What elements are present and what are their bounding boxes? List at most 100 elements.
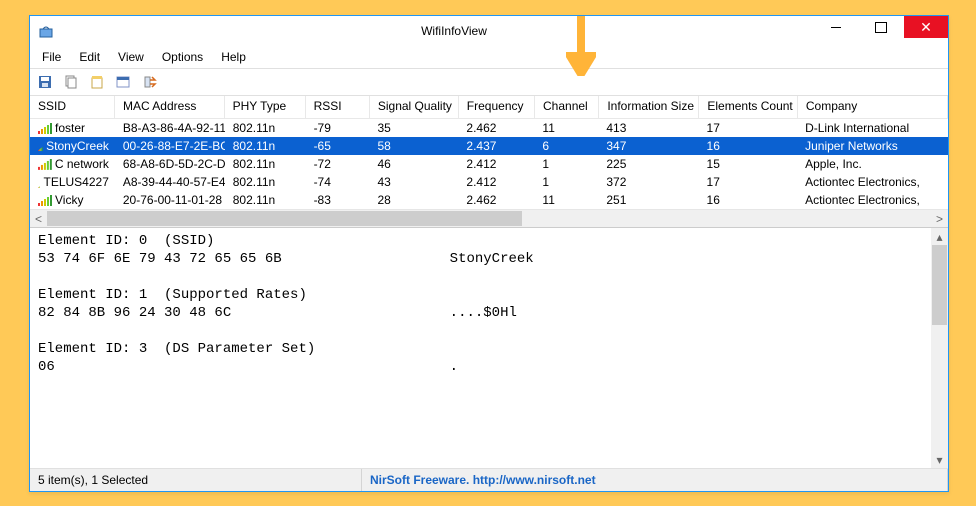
- cell-mac: A8-39-44-40-57-E4: [115, 174, 225, 190]
- cell-ch: 6: [534, 138, 598, 154]
- table-row[interactable]: StonyCreek00-26-88-E7-2E-BC802.11n-65582…: [30, 137, 948, 155]
- col-information-size[interactable]: Information Size: [599, 96, 699, 118]
- save-icon[interactable]: [34, 71, 56, 93]
- cell-freq: 2.462: [458, 192, 534, 208]
- cell-rssi: -83: [306, 192, 370, 208]
- network-table: SSID MAC Address PHY Type RSSI Signal Qu…: [30, 96, 948, 228]
- scroll-track[interactable]: [931, 245, 948, 451]
- cell-ch: 11: [534, 192, 598, 208]
- cell-phy: 802.11n: [225, 174, 306, 190]
- table-row[interactable]: C network68-A8-6D-5D-2C-DF802.11n-72462.…: [30, 155, 948, 173]
- window-title: WifiInfoView: [0, 24, 948, 38]
- table-body: fosterB8-A3-86-4A-92-11802.11n-79352.462…: [30, 119, 948, 209]
- cell-mac: B8-A3-86-4A-92-11: [115, 120, 225, 136]
- cell-ssid: StonyCreek: [30, 138, 115, 154]
- cell-sq: 35: [370, 120, 459, 136]
- cell-is: 372: [598, 174, 698, 190]
- col-phy-type[interactable]: PHY Type: [225, 96, 306, 118]
- cell-ssid: Vicky: [30, 192, 115, 208]
- status-link[interactable]: NirSoft Freeware. http://www.nirsoft.net: [362, 469, 948, 491]
- table-row[interactable]: fosterB8-A3-86-4A-92-11802.11n-79352.462…: [30, 119, 948, 137]
- close-button[interactable]: ✕: [904, 16, 948, 38]
- cell-rssi: -72: [306, 156, 370, 172]
- cell-freq: 2.412: [458, 174, 534, 190]
- options-icon[interactable]: [112, 71, 134, 93]
- signal-icon: [38, 195, 52, 206]
- horizontal-scrollbar[interactable]: < >: [30, 209, 948, 227]
- menu-options[interactable]: Options: [154, 48, 211, 68]
- col-company[interactable]: Company: [798, 96, 948, 118]
- cell-rssi: -79: [306, 120, 370, 136]
- cell-ec: 16: [699, 138, 798, 154]
- scroll-up-icon[interactable]: ▴: [931, 228, 948, 245]
- menubar: File Edit View Options Help: [30, 46, 948, 68]
- signal-icon: [38, 123, 52, 134]
- cell-freq: 2.462: [458, 120, 534, 136]
- scroll-right-icon[interactable]: >: [931, 210, 948, 227]
- cell-freq: 2.412: [458, 156, 534, 172]
- cell-ch: 1: [534, 174, 598, 190]
- menu-edit[interactable]: Edit: [71, 48, 108, 68]
- cell-mac: 68-A8-6D-5D-2C-DF: [115, 156, 225, 172]
- cell-mac: 00-26-88-E7-2E-BC: [115, 138, 225, 154]
- menu-help[interactable]: Help: [213, 48, 254, 68]
- table-row[interactable]: TELUS4227A8-39-44-40-57-E4802.11n-74432.…: [30, 173, 948, 191]
- cell-freq: 2.437: [458, 138, 534, 154]
- refresh-icon[interactable]: [138, 71, 160, 93]
- cell-phy: 802.11n: [225, 138, 306, 154]
- col-elements-count[interactable]: Elements Count: [699, 96, 797, 118]
- details-text[interactable]: Element ID: 0 (SSID) 53 74 6F 6E 79 43 7…: [30, 228, 948, 380]
- cell-is: 225: [598, 156, 698, 172]
- cell-is: 413: [598, 120, 698, 136]
- cell-sq: 46: [370, 156, 459, 172]
- cell-co: Apple, Inc.: [797, 156, 948, 172]
- col-ssid[interactable]: SSID: [30, 96, 115, 118]
- signal-icon: [38, 159, 52, 170]
- maximize-button[interactable]: [859, 16, 903, 38]
- cell-co: Actiontec Electronics,: [797, 174, 948, 190]
- cell-co: D-Link International: [797, 120, 948, 136]
- cell-rssi: -74: [306, 174, 370, 190]
- cell-sq: 58: [370, 138, 459, 154]
- cell-rssi: -65: [306, 138, 370, 154]
- cell-ec: 15: [699, 156, 798, 172]
- menu-file[interactable]: File: [34, 48, 69, 68]
- scroll-thumb[interactable]: [47, 211, 522, 226]
- cell-ec: 17: [699, 174, 798, 190]
- cell-phy: 802.11n: [225, 120, 306, 136]
- cell-sq: 28: [370, 192, 459, 208]
- minimize-button[interactable]: [814, 16, 858, 38]
- statusbar: 5 item(s), 1 Selected NirSoft Freeware. …: [30, 468, 948, 491]
- cell-phy: 802.11n: [225, 192, 306, 208]
- scroll-track[interactable]: [47, 210, 931, 227]
- col-channel[interactable]: Channel: [535, 96, 599, 118]
- cell-mac: 20-76-00-11-01-28: [115, 192, 225, 208]
- col-rssi[interactable]: RSSI: [306, 96, 370, 118]
- signal-icon: [38, 141, 43, 152]
- copy-icon[interactable]: [60, 71, 82, 93]
- col-mac-address[interactable]: MAC Address: [115, 96, 225, 118]
- scroll-left-icon[interactable]: <: [30, 210, 47, 227]
- cell-ssid: foster: [30, 120, 115, 136]
- table-header: SSID MAC Address PHY Type RSSI Signal Qu…: [30, 96, 948, 119]
- titlebar[interactable]: WifiInfoView ✕: [30, 16, 948, 46]
- menu-view[interactable]: View: [110, 48, 152, 68]
- cell-ssid: C network: [30, 156, 115, 172]
- cell-co: Juniper Networks: [797, 138, 948, 154]
- col-signal-quality[interactable]: Signal Quality: [370, 96, 459, 118]
- table-row[interactable]: Vicky20-76-00-11-01-28802.11n-83282.4621…: [30, 191, 948, 209]
- scroll-down-icon[interactable]: ▾: [931, 451, 948, 468]
- cell-is: 251: [598, 192, 698, 208]
- signal-icon: [38, 177, 41, 188]
- vertical-scrollbar[interactable]: ▴ ▾: [931, 228, 948, 468]
- scroll-thumb[interactable]: [932, 245, 947, 325]
- col-frequency[interactable]: Frequency: [459, 96, 535, 118]
- properties-icon[interactable]: [86, 71, 108, 93]
- cell-ec: 16: [699, 192, 798, 208]
- cell-is: 347: [598, 138, 698, 154]
- cell-phy: 802.11n: [225, 156, 306, 172]
- toolbar: [30, 68, 948, 96]
- status-selection: 5 item(s), 1 Selected: [30, 469, 362, 491]
- cell-ec: 17: [699, 120, 798, 136]
- app-window: WifiInfoView ✕ File Edit View Options He…: [29, 15, 949, 492]
